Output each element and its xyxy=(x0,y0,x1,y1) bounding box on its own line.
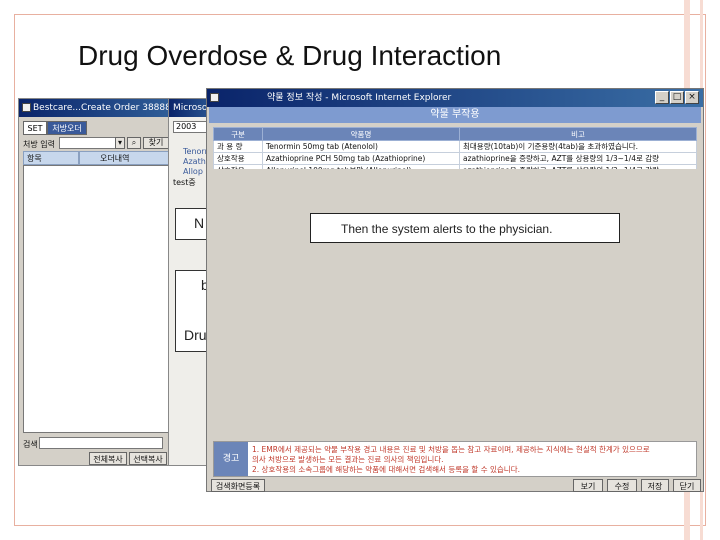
middle-window-date[interactable]: 2003 xyxy=(173,121,207,133)
row-remark: azathioprine을 증량하고, AZT를 상용량의 1/3~1/4로 감… xyxy=(459,152,697,165)
copy-selected-button[interactable]: 선택복사 xyxy=(129,452,167,465)
tab-set[interactable]: SET xyxy=(23,121,47,135)
callout-notice-text: N xyxy=(194,215,205,231)
drug-info-title: 약물 정보 작성 - Microsoft Internet Explorer xyxy=(267,93,452,103)
drug-info-titlebar: 약물 정보 작성 - Microsoft Internet Explorer xyxy=(207,89,703,107)
copy-all-button[interactable]: 전체복사 xyxy=(89,452,127,465)
row-category: 과 용 량 xyxy=(213,140,263,153)
search-input[interactable] xyxy=(59,137,121,149)
warning-panel: 경고 1. EMR에서 제공되는 약물 부작용 경고 내용은 진료 및 처방을 … xyxy=(213,441,697,477)
magnifier-icon[interactable]: ⌕ xyxy=(127,137,141,149)
ie-icon xyxy=(22,103,31,112)
bottom-select[interactable] xyxy=(39,437,163,449)
adverse-effect-header: 약물 부작용 xyxy=(209,107,701,123)
drug-info-window: 약물 정보 작성 - Microsoft Internet Explorer _… xyxy=(206,88,704,492)
view-button[interactable]: 보기 xyxy=(573,479,603,492)
search-icon[interactable]: ▾ xyxy=(115,137,125,149)
order-list xyxy=(23,165,169,433)
middle-line-2: Azath xyxy=(183,157,206,166)
middle-line-4: test중 xyxy=(173,178,196,187)
ie-icon-main xyxy=(210,93,219,102)
register-search-button[interactable]: 검색화면등록 xyxy=(211,479,265,492)
slide-frame-top xyxy=(14,14,706,15)
slide-title: Drug Overdose & Drug Interaction xyxy=(78,40,502,71)
search-button[interactable]: 찾기 xyxy=(143,137,169,149)
col-drug-name: 약품명 xyxy=(262,127,460,141)
slide-frame-right xyxy=(705,14,706,526)
col-category: 구분 xyxy=(213,127,263,141)
row-category: 상호작용 xyxy=(213,152,263,165)
table-row[interactable]: 과 용 량 Tenormin 50mg tab (Atenolol) 최대용량(… xyxy=(213,140,697,153)
warning-tag: 경고 xyxy=(214,442,248,476)
slide-frame-bottom xyxy=(14,525,706,526)
callout-alert-text: Then the system alerts to the physician. xyxy=(341,222,553,236)
search-label: 처방 입력 xyxy=(23,140,55,149)
column-header-item: 항목 xyxy=(23,151,79,165)
table-row[interactable]: 상호작용 Azathioprine PCH 50mg tab (Azathiop… xyxy=(213,152,697,165)
warning-line-3: 2. 상호작용의 소속그룹에 해당하는 약품에 대해서면 검색해서 등록을 할 … xyxy=(252,465,520,474)
row-drug: Tenormin 50mg tab (Atenolol) xyxy=(262,140,460,153)
col-remark: 비고 xyxy=(459,127,697,141)
callout-drug-text-2: Dru xyxy=(184,327,207,343)
close-button[interactable]: × xyxy=(685,91,699,104)
tab-order[interactable]: 처방오더 xyxy=(47,121,87,135)
drug-table-empty-area xyxy=(213,169,697,439)
row-remark: 최대용량(10tab)이 기준용량(4tab)을 초과하였습니다. xyxy=(459,140,697,153)
minimize-button[interactable]: _ xyxy=(655,91,669,104)
slide-frame-left xyxy=(14,14,15,526)
callout-alert: Then the system alerts to the physician. xyxy=(310,213,620,243)
maximize-button[interactable]: □ xyxy=(670,91,684,104)
close-dialog-button[interactable]: 닫기 xyxy=(673,479,701,492)
save-button[interactable]: 저장 xyxy=(641,479,669,492)
row-drug: Azathioprine PCH 50mg tab (Azathioprine) xyxy=(262,152,460,165)
middle-line-3: Allop xyxy=(183,167,203,176)
bottom-label: 검색 xyxy=(23,440,38,449)
column-header-order: 오더내역 xyxy=(79,151,169,165)
modify-button[interactable]: 수정 xyxy=(607,479,637,492)
